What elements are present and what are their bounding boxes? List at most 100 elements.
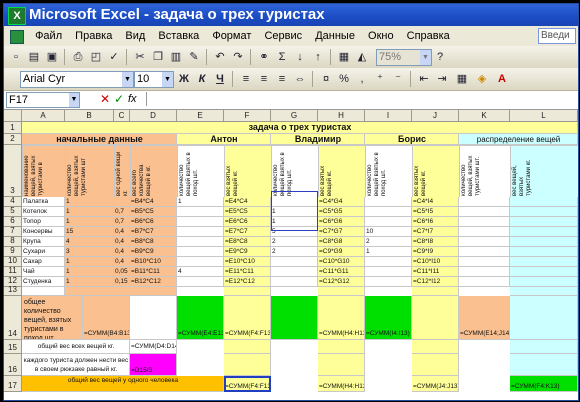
header-vladimir-weight[interactable]: вес взятых вещей кг. — [318, 145, 365, 197]
cell-d11[interactable]: =B11*C11 — [130, 267, 177, 277]
cell-f10[interactable]: =E10*C10 — [224, 257, 271, 267]
cell-c5[interactable]: 0,7 — [114, 207, 130, 217]
header-boris-weight[interactable]: вес взятых вещей кг. — [412, 145, 459, 197]
header-boris-qty[interactable]: количество вещей взятых в поход шт. — [365, 145, 412, 197]
total-count-label[interactable]: общее количество вещей, взятых туристами… — [22, 296, 83, 340]
cell-h11[interactable]: =C11*G11 — [318, 267, 365, 277]
cell-l9[interactable] — [510, 247, 578, 257]
column-header-k[interactable]: K — [459, 110, 510, 122]
cell-j12[interactable]: =C12*I12 — [412, 277, 459, 287]
percent-icon[interactable]: % — [336, 71, 352, 87]
cell-l10[interactable] — [510, 257, 578, 267]
cell-d5[interactable]: =B5*C5 — [130, 207, 177, 217]
insert-function-icon[interactable]: fx — [128, 92, 137, 107]
group-distribution[interactable]: распределение вещей — [459, 134, 578, 145]
enter-icon[interactable]: ✓ — [114, 92, 124, 107]
cell-d4[interactable]: =B4*C4 — [130, 197, 177, 207]
group-boris[interactable]: Борис — [365, 134, 459, 145]
cell-c9[interactable]: 0,4 — [114, 247, 130, 257]
cell-l16[interactable] — [510, 354, 578, 376]
chart-wizard-icon[interactable]: ▦ — [336, 49, 352, 65]
new-icon[interactable]: ▫ — [8, 49, 24, 65]
cell-c12[interactable]: 0,15 — [114, 277, 130, 287]
cell-a11[interactable]: Чай — [22, 267, 65, 277]
boris-count-formula[interactable]: =СУММ(I4:I13) — [365, 296, 412, 340]
column-header-c[interactable]: C — [114, 110, 130, 122]
cell-f4[interactable]: =E4*C4 — [224, 197, 271, 207]
increase-decimal-icon[interactable]: ⁺ — [372, 71, 388, 87]
cell-j10[interactable]: =C10*I10 — [412, 257, 459, 267]
cell-a8[interactable]: Крупа — [22, 237, 65, 247]
menu-insert[interactable]: Вставка — [153, 26, 204, 46]
cell-l8[interactable] — [510, 237, 578, 247]
column-header-j[interactable]: J — [412, 110, 459, 122]
cell-c8[interactable]: 0,4 — [114, 237, 130, 247]
cell-k11[interactable] — [459, 267, 510, 277]
per-person-formula[interactable]: =D15/3 — [130, 354, 177, 376]
cell-l7[interactable] — [510, 227, 578, 237]
cell-d9[interactable]: =B9*C9 — [130, 247, 177, 257]
column-header-a[interactable]: A — [22, 110, 65, 122]
cell-c11[interactable]: 0,05 — [114, 267, 130, 277]
cell-k7[interactable] — [459, 227, 510, 237]
weight-per-person-label[interactable]: общий вес вещей у одного человека — [22, 376, 224, 392]
font-size-combo[interactable]: 10 ▼ — [134, 71, 174, 88]
align-center-icon[interactable]: ≡ — [256, 71, 272, 87]
cell-b9[interactable]: 3 — [65, 247, 114, 257]
cell-j5[interactable]: =C5*I5 — [412, 207, 459, 217]
vladimir-weight-formula[interactable]: =СУММ(H4:H13) — [318, 296, 365, 340]
cell-h4[interactable]: =C4*G4 — [318, 197, 365, 207]
cell-i7[interactable]: 10 — [365, 227, 412, 237]
print-preview-icon[interactable]: ◰ — [88, 49, 104, 65]
cell-i6[interactable] — [365, 217, 412, 227]
cell-e12[interactable] — [177, 277, 224, 287]
cell-k5[interactable] — [459, 207, 510, 217]
zoom-combo[interactable]: 75% ▼ — [376, 49, 432, 66]
cell-j14[interactable] — [412, 296, 459, 340]
indent-increase-icon[interactable]: ⇥ — [434, 71, 450, 87]
cell-d6[interactable]: =B6*C6 — [130, 217, 177, 227]
cell-d12[interactable]: =B12*C12 — [130, 277, 177, 287]
cell-c4[interactable] — [114, 197, 130, 207]
cell-b7[interactable]: 15 — [65, 227, 114, 237]
cell-h13[interactable] — [318, 287, 365, 296]
sort-ascending-icon[interactable]: ↓ — [292, 49, 308, 65]
cell-k10[interactable] — [459, 257, 510, 267]
chevron-down-icon[interactable]: ▼ — [162, 72, 173, 87]
redo-icon[interactable]: ↷ — [230, 49, 246, 65]
cell-h5[interactable]: =C5*G5 — [318, 207, 365, 217]
menu-view[interactable]: Вид — [120, 26, 150, 46]
cell-d10[interactable]: =B10*C10 — [130, 257, 177, 267]
cell-g9[interactable]: 2 — [271, 247, 318, 257]
thousands-icon[interactable]: , — [354, 71, 370, 87]
cell-j6[interactable]: =C6*I6 — [412, 217, 459, 227]
column-header-f[interactable]: F — [224, 110, 271, 122]
cell-h7[interactable]: =C7*G7 — [318, 227, 365, 237]
cell-f7[interactable]: =E7*C7 — [224, 227, 271, 237]
bold-button[interactable]: Ж — [176, 71, 192, 87]
align-right-icon[interactable]: ≡ — [274, 71, 290, 87]
cell-g11[interactable] — [271, 267, 318, 277]
cell-e11[interactable]: 4 — [177, 267, 224, 277]
cell-b8[interactable]: 4 — [65, 237, 114, 247]
cell-e7[interactable] — [177, 227, 224, 237]
cell-f9[interactable]: =E9*C9 — [224, 247, 271, 257]
menu-edit[interactable]: Правка — [70, 26, 117, 46]
cell-k8[interactable] — [459, 237, 510, 247]
cell-b5[interactable]: 1 — [65, 207, 114, 217]
merge-center-icon[interactable]: ⇔ — [292, 71, 308, 87]
header-vladimir-qty[interactable]: количество вещей взятых в поход шт. — [271, 145, 318, 197]
cell-k12[interactable] — [459, 277, 510, 287]
paste-icon[interactable]: ▥ — [168, 49, 184, 65]
align-left-icon[interactable]: ≡ — [238, 71, 254, 87]
undo-icon[interactable]: ↶ — [212, 49, 228, 65]
per-person-label[interactable]: каждого туриста должен нести вес в своем… — [22, 354, 130, 376]
cell-b6[interactable]: 1 — [65, 217, 114, 227]
cell-i11[interactable] — [365, 267, 412, 277]
sheet-title[interactable]: задача о трех туристах — [22, 122, 578, 134]
cell-h8[interactable]: =C8*G8 — [318, 237, 365, 247]
underline-button[interactable]: Ч — [212, 71, 228, 87]
open-icon[interactable]: ▤ — [26, 49, 42, 65]
cell-h6[interactable]: =C6*G6 — [318, 217, 365, 227]
cell-b13[interactable] — [65, 287, 177, 296]
